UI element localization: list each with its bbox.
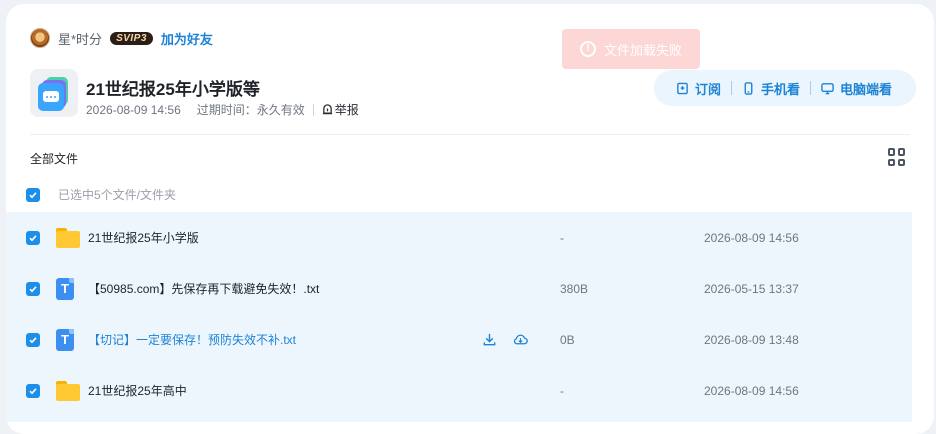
view-actions: 订阅 手机看 电脑端看 xyxy=(654,70,916,106)
folder-icon xyxy=(56,227,80,248)
file-list: 21世纪报25年小学版 - 2026-08-09 14:56 T 【50985.… xyxy=(6,212,912,422)
file-date: 2026-08-09 14:56 xyxy=(704,383,799,398)
row-checkbox[interactable] xyxy=(26,230,40,245)
mobile-view-button[interactable]: 手机看 xyxy=(732,79,810,98)
cloud-save-icon[interactable] xyxy=(513,332,528,347)
mobile-view-label: 手机看 xyxy=(761,81,801,97)
error-toast: ! 文件加载失败 xyxy=(562,29,700,69)
file-name[interactable]: 【切记】一定要保存！预防失效不补.txt xyxy=(88,331,296,348)
file-size: 0B xyxy=(560,332,575,347)
subscribe-icon xyxy=(677,82,688,94)
row-actions xyxy=(482,332,528,347)
report-label: 举报 xyxy=(334,103,359,117)
header-divider xyxy=(30,134,910,135)
file-size: - xyxy=(560,383,564,398)
select-all-row: 已选中5个文件/文件夹 xyxy=(26,186,176,203)
file-row[interactable]: T 【切记】一定要保存！预防失效不补.txt 0B 2026-08-09 13:… xyxy=(6,314,912,365)
grid-view-icon[interactable] xyxy=(888,148,906,166)
sharer-info: 星*时分 SVIP3 加为好友 xyxy=(30,28,213,48)
share-meta: 2026-08-09 14:56 过期时间：永久有效 举报 xyxy=(86,101,359,118)
download-icon[interactable] xyxy=(482,332,497,347)
file-date: 2026-08-09 14:56 xyxy=(704,230,799,245)
phone-icon xyxy=(744,81,753,95)
row-checkbox[interactable] xyxy=(26,281,40,296)
alert-circle-icon: ! xyxy=(579,41,596,57)
row-checkbox[interactable] xyxy=(26,383,40,398)
toast-message: 文件加载失败 xyxy=(603,42,682,58)
file-row[interactable]: T 【50985.com】先保存再下载避免失效！.txt 380B 2026-0… xyxy=(6,263,912,314)
file-date: 2026-05-15 13:37 xyxy=(704,281,799,296)
add-friend-link[interactable]: 加为好友 xyxy=(161,29,213,48)
subscribe-button[interactable]: 订阅 xyxy=(666,79,731,98)
report-link[interactable]: 举报 xyxy=(322,101,359,118)
select-all-checkbox[interactable] xyxy=(26,187,40,202)
share-title: 21世纪报25年小学版等 xyxy=(86,80,260,99)
share-folder-icon xyxy=(30,69,78,117)
txt-file-icon: T xyxy=(56,277,74,300)
file-name[interactable]: 21世纪报25年小学版 xyxy=(88,229,199,246)
file-date: 2026-08-09 13:48 xyxy=(704,332,799,347)
desktop-view-button[interactable]: 电脑端看 xyxy=(811,79,902,98)
share-date: 2026-08-09 14:56 xyxy=(86,102,181,117)
subscribe-label: 订阅 xyxy=(695,81,722,97)
desktop-view-label: 电脑端看 xyxy=(840,81,893,97)
report-icon xyxy=(322,104,332,115)
sharer-name[interactable]: 星*时分 xyxy=(58,29,102,48)
row-checkbox[interactable] xyxy=(26,332,40,347)
meta-divider xyxy=(312,103,314,116)
vip-badge: SVIP3 xyxy=(110,31,153,45)
share-card: 星*时分 SVIP3 加为好友 ! 文件加载失败 21世纪报25年小学版等 20… xyxy=(6,4,934,434)
txt-file-icon: T xyxy=(56,328,74,351)
file-name[interactable]: 21世纪报25年高中 xyxy=(88,382,187,399)
avatar[interactable] xyxy=(30,28,50,48)
share-expiry: 过期时间：永久有效 xyxy=(196,103,305,117)
file-row[interactable]: 21世纪报25年小学版 - 2026-08-09 14:56 xyxy=(6,212,912,263)
file-row[interactable]: 21世纪报25年高中 - 2026-08-09 14:56 xyxy=(6,365,912,416)
file-size: 380B xyxy=(560,281,589,296)
folder-icon xyxy=(56,380,80,401)
file-size: - xyxy=(560,230,564,245)
monitor-icon xyxy=(821,82,834,94)
selection-count: 已选中5个文件/文件夹 xyxy=(58,188,177,202)
breadcrumb-root[interactable]: 全部文件 xyxy=(30,150,78,167)
file-name[interactable]: 【50985.com】先保存再下载避免失效！.txt xyxy=(88,280,319,297)
